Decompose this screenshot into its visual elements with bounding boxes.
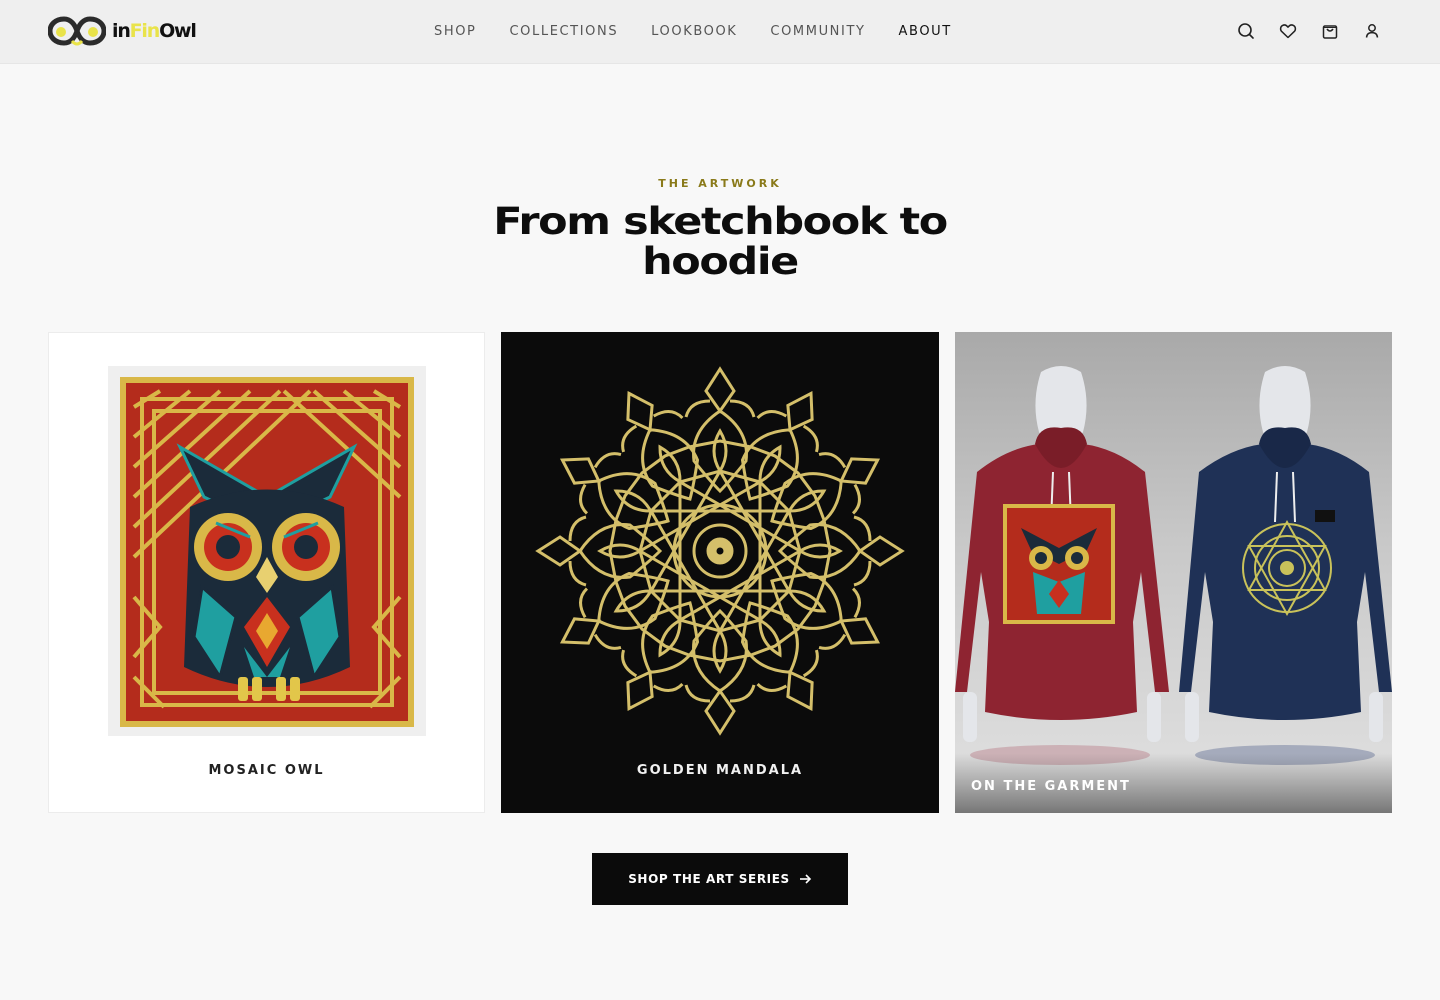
section-title-line-2: hoodie bbox=[642, 240, 799, 283]
brand-wordmark: inFinOwl bbox=[112, 20, 197, 42]
bag-icon[interactable] bbox=[1320, 21, 1340, 41]
infinity-logo-icon bbox=[48, 16, 106, 46]
search-icon[interactable] bbox=[1236, 21, 1256, 41]
card-caption: MOSAIC OWL bbox=[208, 763, 325, 778]
mosaic-owl-artwork bbox=[120, 377, 414, 727]
user-icon[interactable] bbox=[1362, 21, 1382, 41]
artwork-card-mosaic-owl[interactable]: MOSAIC OWL bbox=[48, 332, 485, 813]
arrow-right-icon bbox=[799, 874, 811, 884]
section-title: From sketchbook to hoodie bbox=[372, 202, 1068, 282]
nav-item-about[interactable]: ABOUT bbox=[899, 24, 952, 39]
site-header: inFinOwl SHOP COLLECTIONS LOOKBOOK COMMU… bbox=[0, 0, 1440, 64]
main-nav: SHOP COLLECTIONS LOOKBOOK COMMUNITY ABOU… bbox=[434, 24, 985, 39]
artwork-card-on-garment[interactable]: ON THE GARMENT bbox=[955, 332, 1392, 813]
artwork-card-golden-mandala[interactable]: GOLDEN MANDALA bbox=[501, 332, 939, 813]
cta-label: SHOP THE ART SERIES bbox=[628, 872, 790, 886]
section-eyebrow: THE ARTWORK bbox=[658, 177, 782, 190]
card-caption: ON THE GARMENT bbox=[971, 779, 1131, 794]
nav-item-community[interactable]: COMMUNITY bbox=[770, 24, 865, 39]
hoodie-mannequins-photo bbox=[955, 366, 1392, 765]
shop-art-series-button[interactable]: SHOP THE ART SERIES bbox=[592, 853, 848, 905]
nav-item-collections[interactable]: COLLECTIONS bbox=[510, 24, 619, 39]
section-title-line-1: From sketchbook to bbox=[493, 200, 948, 243]
heart-icon[interactable] bbox=[1278, 21, 1298, 41]
nav-item-lookbook[interactable]: LOOKBOOK bbox=[651, 24, 737, 39]
brand-logo[interactable]: inFinOwl bbox=[48, 14, 197, 48]
nav-item-shop[interactable]: SHOP bbox=[434, 24, 477, 39]
owl-print-frame bbox=[108, 366, 426, 736]
header-actions bbox=[1236, 21, 1382, 41]
golden-mandala-artwork bbox=[536, 366, 904, 735]
card-caption: GOLDEN MANDALA bbox=[636, 763, 804, 778]
